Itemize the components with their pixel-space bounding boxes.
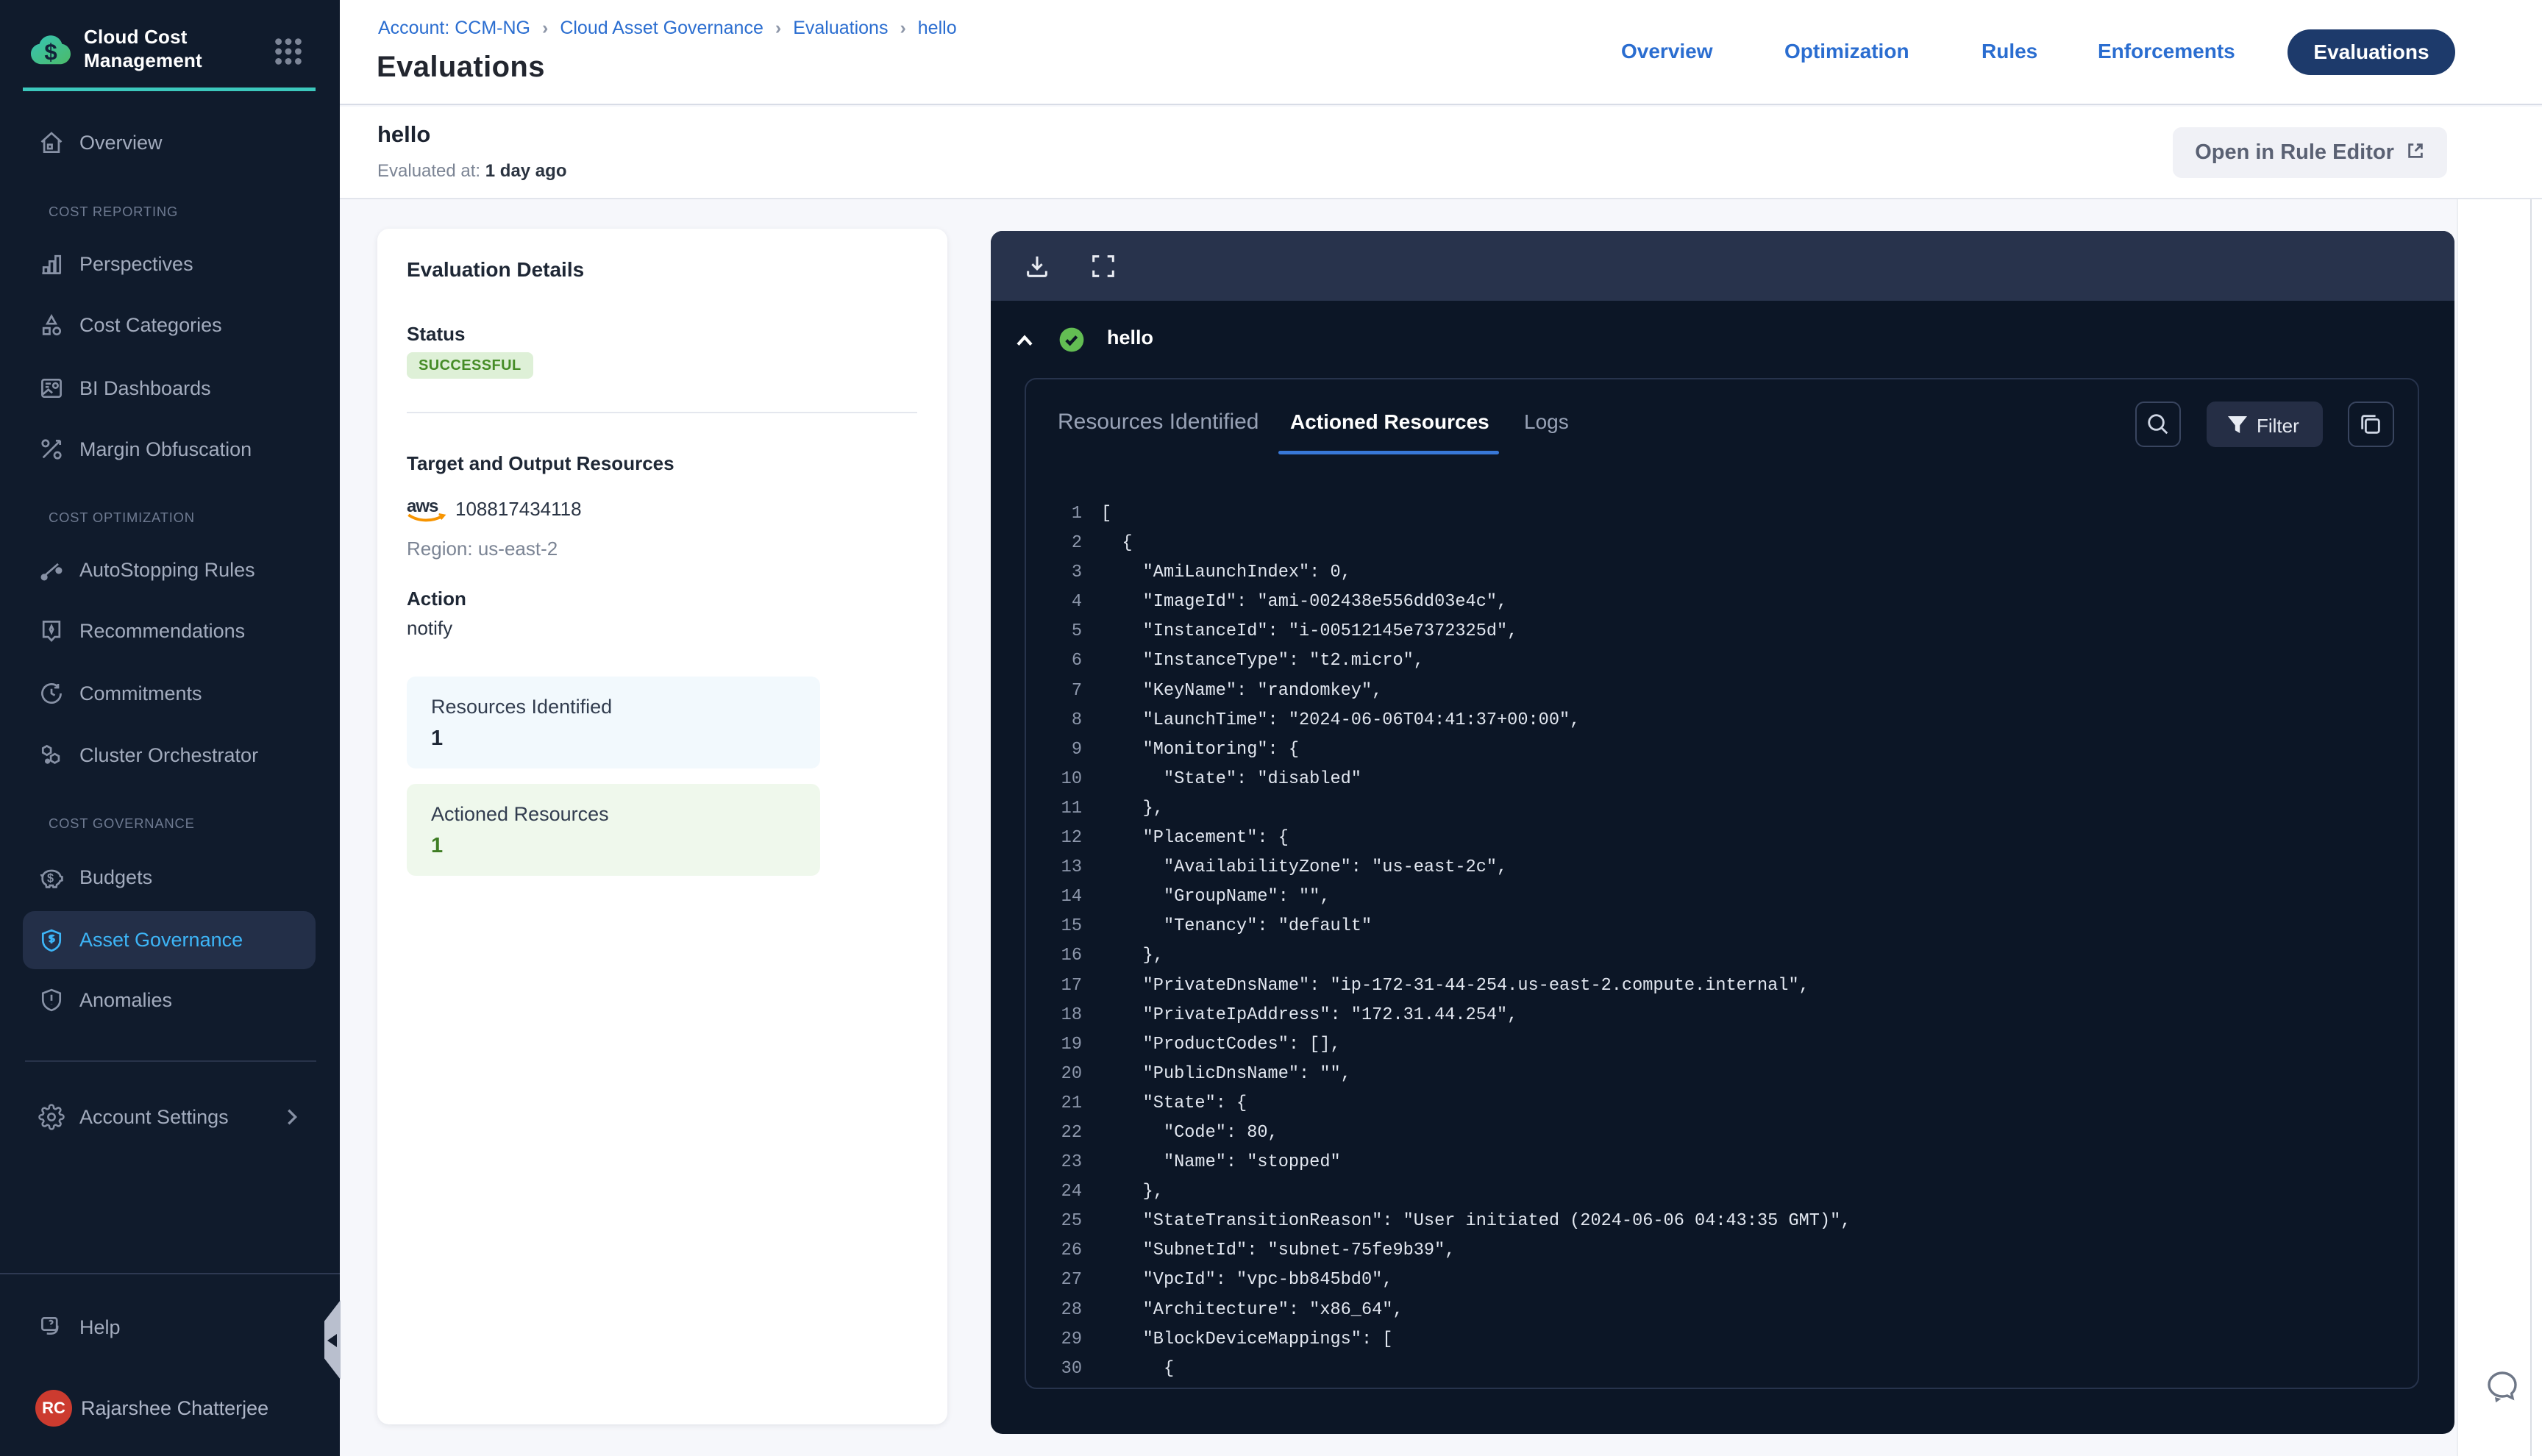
svg-text:$: $ [44, 40, 57, 65]
svg-text:aws: aws [407, 496, 438, 516]
svg-text:$: $ [47, 871, 54, 885]
